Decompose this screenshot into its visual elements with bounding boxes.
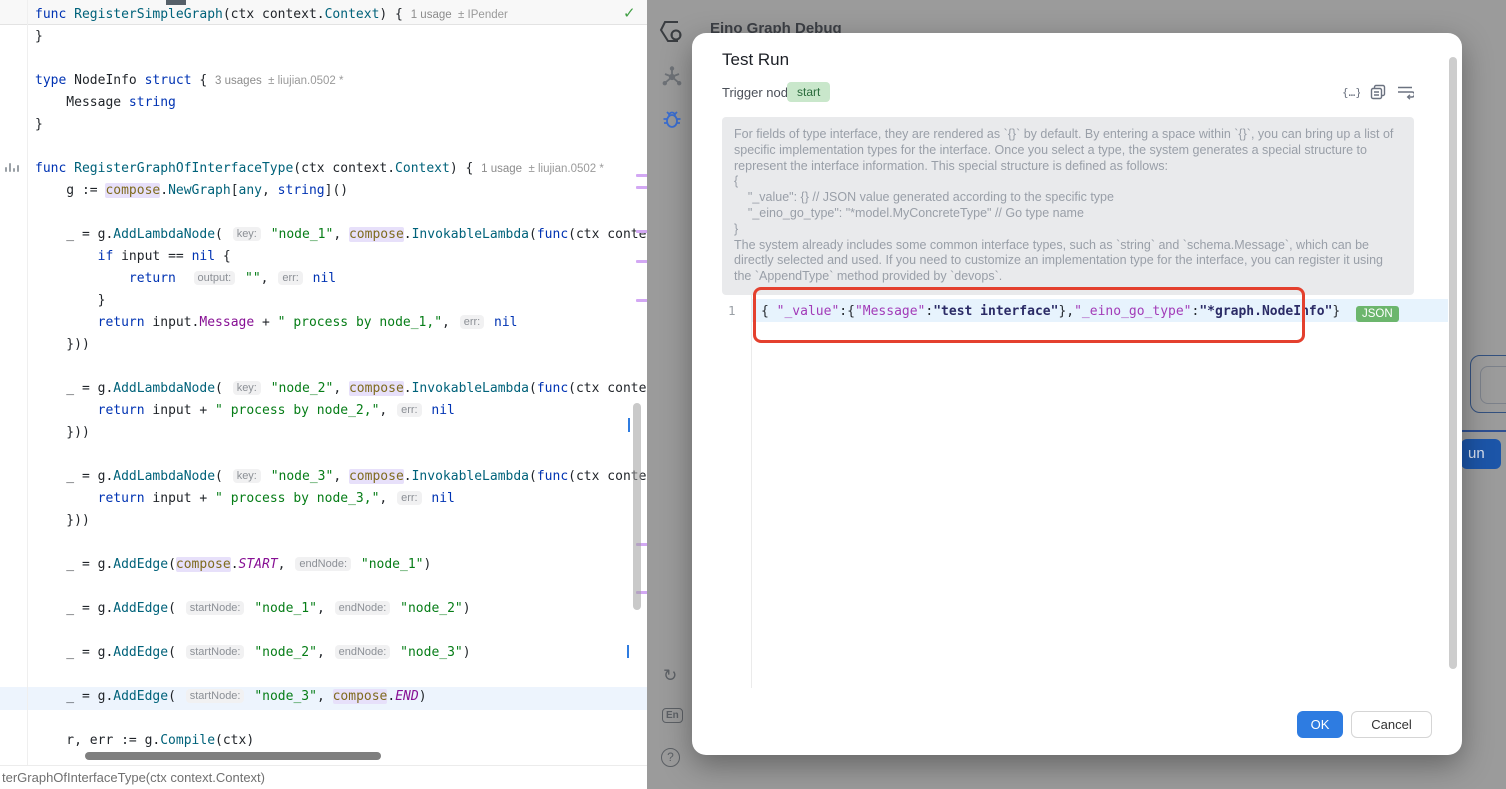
ok-button[interactable]: OK — [1297, 711, 1343, 738]
hidden-panel-frame-inner — [1480, 366, 1506, 404]
hidden-divider — [1460, 430, 1506, 432]
code-line[interactable]: _ = g.AddLambdaNode( key: "node_3", comp… — [35, 466, 647, 488]
stripe-caret-marker — [628, 418, 630, 432]
code-line[interactable]: Message string — [35, 92, 176, 114]
code-line[interactable]: } — [35, 114, 43, 136]
code-line[interactable]: } — [35, 26, 43, 48]
code-line[interactable]: r, err := g.Compile(ctx) — [35, 730, 254, 752]
code-line[interactable]: _ = g.AddEdge( startNode: "node_1", endN… — [35, 598, 471, 620]
editor-vertical-scrollbar[interactable] — [633, 403, 641, 610]
svg-text:{…}: {…} — [1342, 86, 1360, 99]
code-line[interactable]: _ = g.AddEdge(compose.START, endNode: "n… — [35, 554, 431, 576]
dialog-scrollbar[interactable] — [1449, 57, 1457, 669]
cancel-button[interactable]: Cancel — [1351, 711, 1432, 738]
code-lines[interactable]: func RegisterSimpleGraph(ctx context.Con… — [0, 0, 647, 760]
copy-icon[interactable] — [1370, 84, 1386, 100]
code-line[interactable]: return input.Message + " process by node… — [35, 312, 518, 334]
validation-highlight-box — [753, 287, 1305, 343]
code-line[interactable]: func RegisterGraphOfInterfaceType(ctx co… — [35, 158, 604, 180]
inspection-ok-icon[interactable]: ✓ — [623, 4, 636, 22]
help-icon[interactable]: ? — [661, 748, 680, 767]
vcs-change-marker — [636, 186, 647, 189]
language-en-icon[interactable]: En — [662, 708, 683, 723]
test-run-button-partial[interactable]: un — [1461, 439, 1501, 469]
code-line[interactable]: })) — [35, 422, 90, 444]
refresh-icon[interactable]: ↻ — [663, 666, 677, 686]
code-line[interactable]: g := compose.NewGraph[any, string]() — [35, 180, 348, 202]
code-line[interactable]: })) — [35, 334, 90, 356]
debug-bug-icon[interactable] — [661, 108, 683, 130]
trigger-node-badge[interactable]: start — [787, 82, 830, 102]
code-line[interactable]: })) — [35, 510, 90, 532]
code-line[interactable]: if input == nil { — [35, 246, 231, 268]
format-json-icon[interactable]: {…} — [1342, 84, 1360, 100]
stripe-caret-marker — [627, 645, 629, 658]
code-line[interactable]: type NodeInfo struct { 3 usages ± liujia… — [35, 70, 344, 92]
graph-nodes-icon[interactable] — [661, 66, 683, 88]
code-line[interactable]: return input + " process by node_2,", er… — [35, 400, 455, 422]
code-line[interactable]: func RegisterSimpleGraph(ctx context.Con… — [35, 4, 508, 26]
editor-horizontal-scrollbar[interactable] — [85, 752, 381, 760]
vcs-change-marker — [636, 174, 647, 177]
json-language-badge: JSON — [1356, 306, 1399, 322]
breadcrumb[interactable]: terGraphOfInterfaceType(ctx context.Cont… — [0, 765, 647, 789]
code-line[interactable]: _ = g.AddLambdaNode( key: "node_1", comp… — [35, 224, 647, 246]
vcs-change-marker — [636, 299, 647, 302]
code-line[interactable]: _ = g.AddEdge( startNode: "node_3", comp… — [35, 686, 427, 708]
code-line[interactable]: return output: "", err: nil — [35, 268, 336, 290]
interface-help-text: For fields of type interface, they are r… — [722, 117, 1414, 295]
app-window: func RegisterSimpleGraph(ctx context.Con… — [0, 0, 1506, 789]
vcs-change-marker — [636, 230, 647, 233]
gutter-separator — [751, 288, 752, 688]
code-line[interactable]: _ = g.AddLambdaNode( key: "node_2", comp… — [35, 378, 647, 400]
code-line[interactable]: return input + " process by node_3,", er… — [35, 488, 455, 510]
word-wrap-icon[interactable] — [1397, 84, 1414, 100]
line-number: 1 — [728, 303, 736, 318]
eino-logo-icon[interactable] — [658, 18, 686, 46]
code-line[interactable]: } — [35, 290, 105, 312]
dialog-title: Test Run — [722, 50, 789, 70]
code-line[interactable]: _ = g.AddEdge( startNode: "node_2", endN… — [35, 642, 471, 664]
vcs-change-marker — [636, 260, 647, 263]
trigger-node-label: Trigger node — [722, 85, 795, 100]
code-editor-pane[interactable]: func RegisterSimpleGraph(ctx context.Con… — [0, 0, 647, 789]
